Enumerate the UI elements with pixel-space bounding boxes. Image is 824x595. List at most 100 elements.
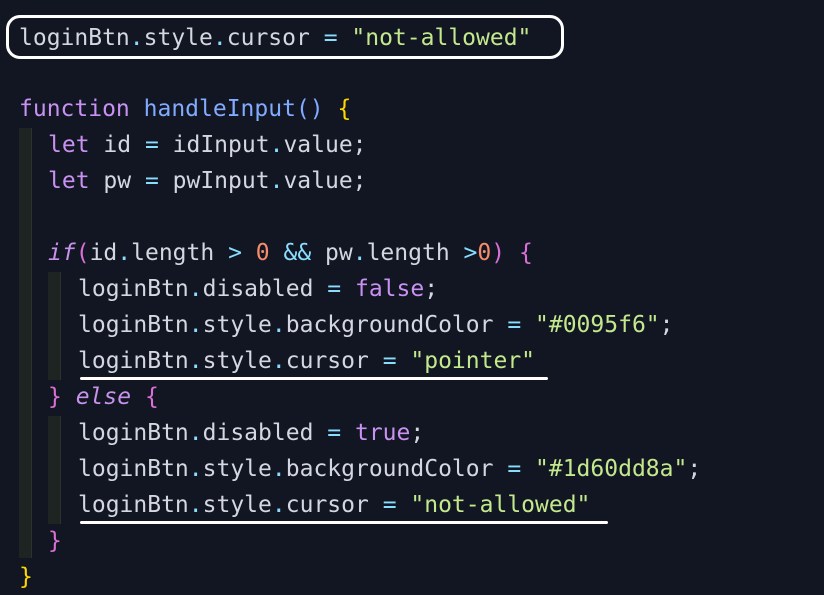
- code-token: >: [463, 240, 478, 266]
- code-line-4[interactable]: let pw = pwInput.value;: [48, 163, 367, 199]
- code-token: "#0095f6": [535, 312, 660, 338]
- code-token: loginBtn: [78, 456, 189, 482]
- code-token: "pointer": [410, 348, 536, 374]
- code-token: backgroundColor: [285, 456, 508, 482]
- code-token: pw: [325, 240, 353, 266]
- code-line-13[interactable]: loginBtn.style.cursor = "not-allowed": [78, 487, 590, 523]
- code-line-7[interactable]: loginBtn.disabled = false;: [78, 271, 438, 307]
- code-token: style: [202, 456, 272, 482]
- code-token: .: [271, 492, 286, 518]
- code-token: &&: [283, 240, 326, 266]
- code-token: .: [271, 312, 286, 338]
- code-token: .: [188, 456, 203, 482]
- code-line-9[interactable]: loginBtn.style.cursor = "pointer": [78, 343, 535, 379]
- code-token: {: [144, 384, 159, 410]
- indent-guide: [48, 416, 61, 524]
- code-token: =: [507, 456, 536, 482]
- code-token: pwInput: [172, 168, 270, 194]
- code-token: }: [48, 384, 76, 410]
- code-token: {: [337, 96, 352, 122]
- code-token: ): [491, 240, 519, 266]
- code-token: length: [131, 240, 229, 266]
- code-line-15[interactable]: }: [19, 559, 33, 595]
- code-token: =: [327, 420, 355, 446]
- code-token: =: [382, 492, 411, 518]
- code-line-1[interactable]: loginBtn.style.cursor = "not-allowed": [19, 20, 531, 56]
- code-token: 0: [255, 240, 284, 266]
- code-token: cursor: [226, 25, 324, 51]
- code-token: loginBtn: [78, 348, 189, 374]
- code-token: id: [103, 132, 145, 158]
- code-token: =: [323, 25, 352, 51]
- code-token: .: [269, 132, 284, 158]
- underline-annotation: [80, 377, 548, 380]
- code-token: .: [352, 240, 367, 266]
- code-token: backgroundColor: [285, 312, 508, 338]
- code-token: id: [89, 240, 118, 266]
- code-token: style: [202, 312, 272, 338]
- code-line-12[interactable]: loginBtn.style.backgroundColor = "#1d60d…: [78, 451, 701, 487]
- code-token: =: [327, 276, 355, 302]
- code-token: disabled: [202, 420, 328, 446]
- code-token: let: [48, 168, 104, 194]
- code-token: {: [518, 240, 533, 266]
- code-line-14[interactable]: }: [48, 523, 62, 559]
- code-token: idInput: [172, 132, 270, 158]
- code-token: .: [117, 240, 132, 266]
- code-token: else: [75, 384, 145, 410]
- code-token: handleInput: [143, 96, 296, 122]
- code-token: .: [271, 456, 286, 482]
- code-token: value;: [283, 132, 367, 158]
- code-token: (: [75, 240, 90, 266]
- code-token: .: [188, 312, 203, 338]
- indent-guide: [48, 272, 61, 380]
- code-token: loginBtn: [78, 420, 189, 446]
- code-token: function: [19, 96, 144, 122]
- code-token: length: [366, 240, 464, 266]
- code-token: style: [143, 25, 213, 51]
- code-token: style: [202, 492, 272, 518]
- code-token: ;: [410, 420, 425, 446]
- code-token: .: [212, 25, 227, 51]
- code-token: .: [129, 25, 144, 51]
- code-line-3[interactable]: let id = idInput.value;: [48, 127, 367, 163]
- code-token: "#1d60dd8a": [535, 456, 688, 482]
- code-token: .: [269, 168, 284, 194]
- code-token: "not-allowed": [351, 25, 532, 51]
- code-token: }: [19, 564, 33, 590]
- code-token: =: [507, 312, 536, 338]
- code-token: .: [188, 348, 203, 374]
- code-token: .: [188, 276, 203, 302]
- code-line-8[interactable]: loginBtn.style.backgroundColor = "#0095f…: [78, 307, 674, 343]
- code-token: loginBtn: [78, 312, 189, 338]
- underline-annotation: [80, 521, 608, 524]
- code-token: loginBtn: [78, 276, 189, 302]
- code-line-10[interactable]: } else {: [48, 379, 159, 415]
- code-token: }: [48, 528, 62, 554]
- code-token: false: [354, 276, 425, 302]
- code-token: style: [202, 348, 272, 374]
- code-token: ;: [424, 276, 439, 302]
- code-line-6[interactable]: if(id.length > 0 && pw.length >0) {: [48, 235, 533, 271]
- code-token: "not-allowed": [410, 492, 591, 518]
- code-token: value;: [283, 168, 367, 194]
- code-token: cursor: [285, 492, 383, 518]
- code-token: loginBtn: [19, 25, 130, 51]
- code-token: pw: [103, 168, 145, 194]
- code-line-11[interactable]: loginBtn.disabled = true;: [78, 415, 424, 451]
- code-token: if: [48, 240, 76, 266]
- code-token: ;: [687, 456, 702, 482]
- code-token: .: [271, 348, 286, 374]
- code-token: ;: [659, 312, 674, 338]
- code-token: 0: [477, 240, 492, 266]
- code-token: .: [188, 420, 203, 446]
- code-token: let: [48, 132, 104, 158]
- code-line-2[interactable]: function handleInput() {: [19, 91, 351, 127]
- code-token: =: [144, 132, 173, 158]
- code-editor[interactable]: loginBtn.style.cursor = "not-allowed" fu…: [0, 0, 824, 594]
- code-token: >: [228, 240, 256, 266]
- code-token: cursor: [285, 348, 383, 374]
- indent-guide: [19, 128, 32, 558]
- code-token: =: [144, 168, 173, 194]
- code-token: loginBtn: [78, 492, 189, 518]
